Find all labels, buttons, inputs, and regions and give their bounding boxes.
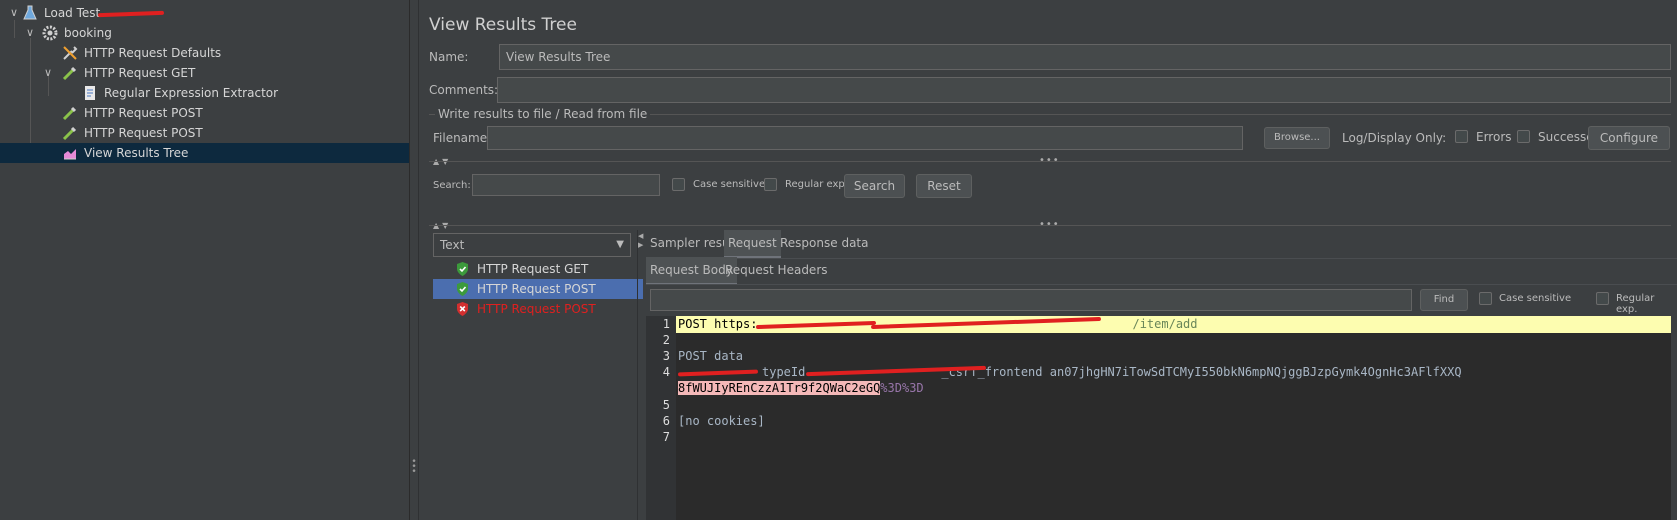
line-gutter: 1 2 3 4 5 6 7 <box>646 316 676 520</box>
shield-error-icon <box>455 301 470 323</box>
tree-item-label: Regular Expression Extractor <box>104 86 279 100</box>
comments-label: Comments: <box>429 83 499 97</box>
pipette-icon <box>62 65 78 81</box>
pipette-icon <box>62 125 78 141</box>
results-list: HTTP Request GET HTTP Request POST HTTP … <box>433 259 643 339</box>
result-item-label: HTTP Request POST <box>477 282 596 296</box>
chevron-down-icon[interactable]: ▼ <box>616 234 624 256</box>
result-item-get[interactable]: HTTP Request GET <box>433 259 643 279</box>
page-title: View Results Tree <box>429 15 577 35</box>
search-input[interactable] <box>472 174 660 196</box>
errors-checkbox[interactable] <box>1455 130 1468 143</box>
case-sensitive-label: Case sensitive <box>693 179 766 190</box>
tree-item-label: booking <box>64 26 112 40</box>
request-url-tail: /item/add <box>1132 317 1198 331</box>
configure-button[interactable]: Configure <box>1588 126 1670 150</box>
tree-item-view-results-tree[interactable]: View Results Tree <box>0 143 409 163</box>
code-line-3: POST data <box>678 349 744 363</box>
param-name: typeId <box>762 365 806 379</box>
find-regex-checkbox[interactable] <box>1596 292 1609 305</box>
tab-request-headers[interactable]: Request Headers <box>721 257 832 283</box>
chevron-down-icon[interactable]: ∨ <box>24 23 36 43</box>
request-body-editor[interactable]: 1 2 3 4 5 6 7 POST https: /item/add POST … <box>646 316 1671 520</box>
tab-request[interactable]: Request <box>724 230 781 258</box>
request-line-prefix: POST https: <box>678 317 758 331</box>
flask-icon <box>22 5 38 21</box>
code-line-4: typeId _csrf_frontend an07jhgHN7iTowSdTCM… <box>678 365 1462 379</box>
tab-divider <box>646 284 1677 285</box>
chevron-down-icon[interactable]: ∨ <box>42 63 54 83</box>
encoded-suffix: %3D%3D <box>880 381 924 395</box>
tree-item-http-request-post[interactable]: HTTP Request POST <box>0 103 409 123</box>
regex-label: Regular exp. <box>785 179 848 190</box>
tree-item-http-request-defaults[interactable]: HTTP Request Defaults <box>0 43 409 63</box>
name-label: Name: <box>429 50 469 64</box>
test-plan-tree: ∨ Load Test ∨ booking HTTP Request Defau… <box>0 0 410 520</box>
search-button[interactable]: Search <box>844 174 905 198</box>
tree-item-label: Load Test <box>44 6 101 20</box>
document-icon <box>82 85 98 101</box>
find-case-sensitive-label: Case sensitive <box>1499 293 1572 304</box>
comments-field[interactable] <box>497 77 1671 103</box>
tree-item-booking[interactable]: ∨ booking <box>0 23 409 43</box>
line-number: 1 <box>662 317 670 331</box>
find-case-sensitive-checkbox[interactable] <box>1479 292 1492 305</box>
renderer-select-value: Text <box>440 238 465 252</box>
redaction-scribble <box>97 10 165 18</box>
line-number: 4 <box>662 365 670 379</box>
chart-icon <box>62 145 78 161</box>
tree-item-label: HTTP Request Defaults <box>84 46 222 60</box>
filename-label: Filename <box>433 131 488 145</box>
splitter-grip-icon[interactable]: ••• <box>1039 219 1060 230</box>
find-button[interactable]: Find <box>1420 289 1468 311</box>
errors-label: Errors <box>1476 130 1512 144</box>
splitter-arrows-icon[interactable]: ◀ ▶ <box>638 232 643 250</box>
result-item-label: HTTP Request POST <box>477 302 596 316</box>
csrf-token-value: 8fWUJIyREnCzzA1Tr9f2QWaC2eGQ <box>678 381 881 395</box>
reset-button[interactable]: Reset <box>916 174 972 198</box>
file-group-label: Write results to file / Read from file <box>435 107 651 121</box>
splitter-grip-icon[interactable]: ••• <box>1039 155 1060 166</box>
log-display-label: Log/Display Only: <box>1342 131 1447 145</box>
line-number: 2 <box>662 333 670 347</box>
code-line-6: [no cookies] <box>678 414 765 428</box>
line-number: 3 <box>662 349 670 363</box>
panel-splitter[interactable]: • • • <box>410 0 419 520</box>
tab-response-data[interactable]: Response data <box>776 230 872 256</box>
find-input[interactable] <box>650 289 1412 311</box>
tree-item-load-test[interactable]: ∨ Load Test <box>0 3 409 23</box>
tree-item-label: View Results Tree <box>84 146 189 160</box>
regex-checkbox[interactable] <box>764 178 777 191</box>
pipette-icon <box>62 105 78 121</box>
chevron-down-icon[interactable]: ∨ <box>8 3 20 23</box>
name-field[interactable]: View Results Tree <box>499 44 1671 70</box>
line-number: 5 <box>662 398 670 412</box>
result-splitter[interactable]: ◀ ▶ <box>637 230 645 520</box>
gear-icon <box>42 25 58 41</box>
result-item-post[interactable]: HTTP Request POST <box>433 279 643 299</box>
tree-item-label: HTTP Request POST <box>84 106 203 120</box>
csrf-token-value: an07jhgHN7iTowSdTCMyI550bkN6mpNQjggBJzpG… <box>1049 365 1462 379</box>
renderer-select[interactable]: Text ▼ <box>433 233 631 257</box>
view-results-tree-panel: View Results Tree Name: View Results Tre… <box>419 0 1677 520</box>
tree-item-http-request-post[interactable]: HTTP Request POST <box>0 123 409 143</box>
code-line-4-cont: 8fWUJIyREnCzzA1Tr9f2QWaC2eGQ%3D%3D <box>678 381 924 395</box>
find-regex-label: Regular exp. <box>1616 293 1655 315</box>
line-number: 6 <box>662 414 670 428</box>
line-number: 7 <box>662 430 670 444</box>
search-label: Search: <box>433 180 471 191</box>
filename-field[interactable] <box>487 126 1243 150</box>
result-item-label: HTTP Request GET <box>477 262 589 276</box>
tree-item-regex-extractor[interactable]: Regular Expression Extractor <box>0 83 409 103</box>
wrench-icon <box>62 45 78 61</box>
browse-button[interactable]: Browse... <box>1264 127 1330 149</box>
case-sensitive-checkbox[interactable] <box>672 178 685 191</box>
tree-item-label: HTTP Request POST <box>84 126 203 140</box>
successes-checkbox[interactable] <box>1517 130 1530 143</box>
tree-item-label: HTTP Request GET <box>84 66 196 80</box>
result-item-post-failed[interactable]: HTTP Request POST <box>433 299 643 319</box>
tree-item-http-request-get[interactable]: ∨ HTTP Request GET <box>0 63 409 83</box>
splitter-grip-icon[interactable]: ••• <box>411 458 417 477</box>
